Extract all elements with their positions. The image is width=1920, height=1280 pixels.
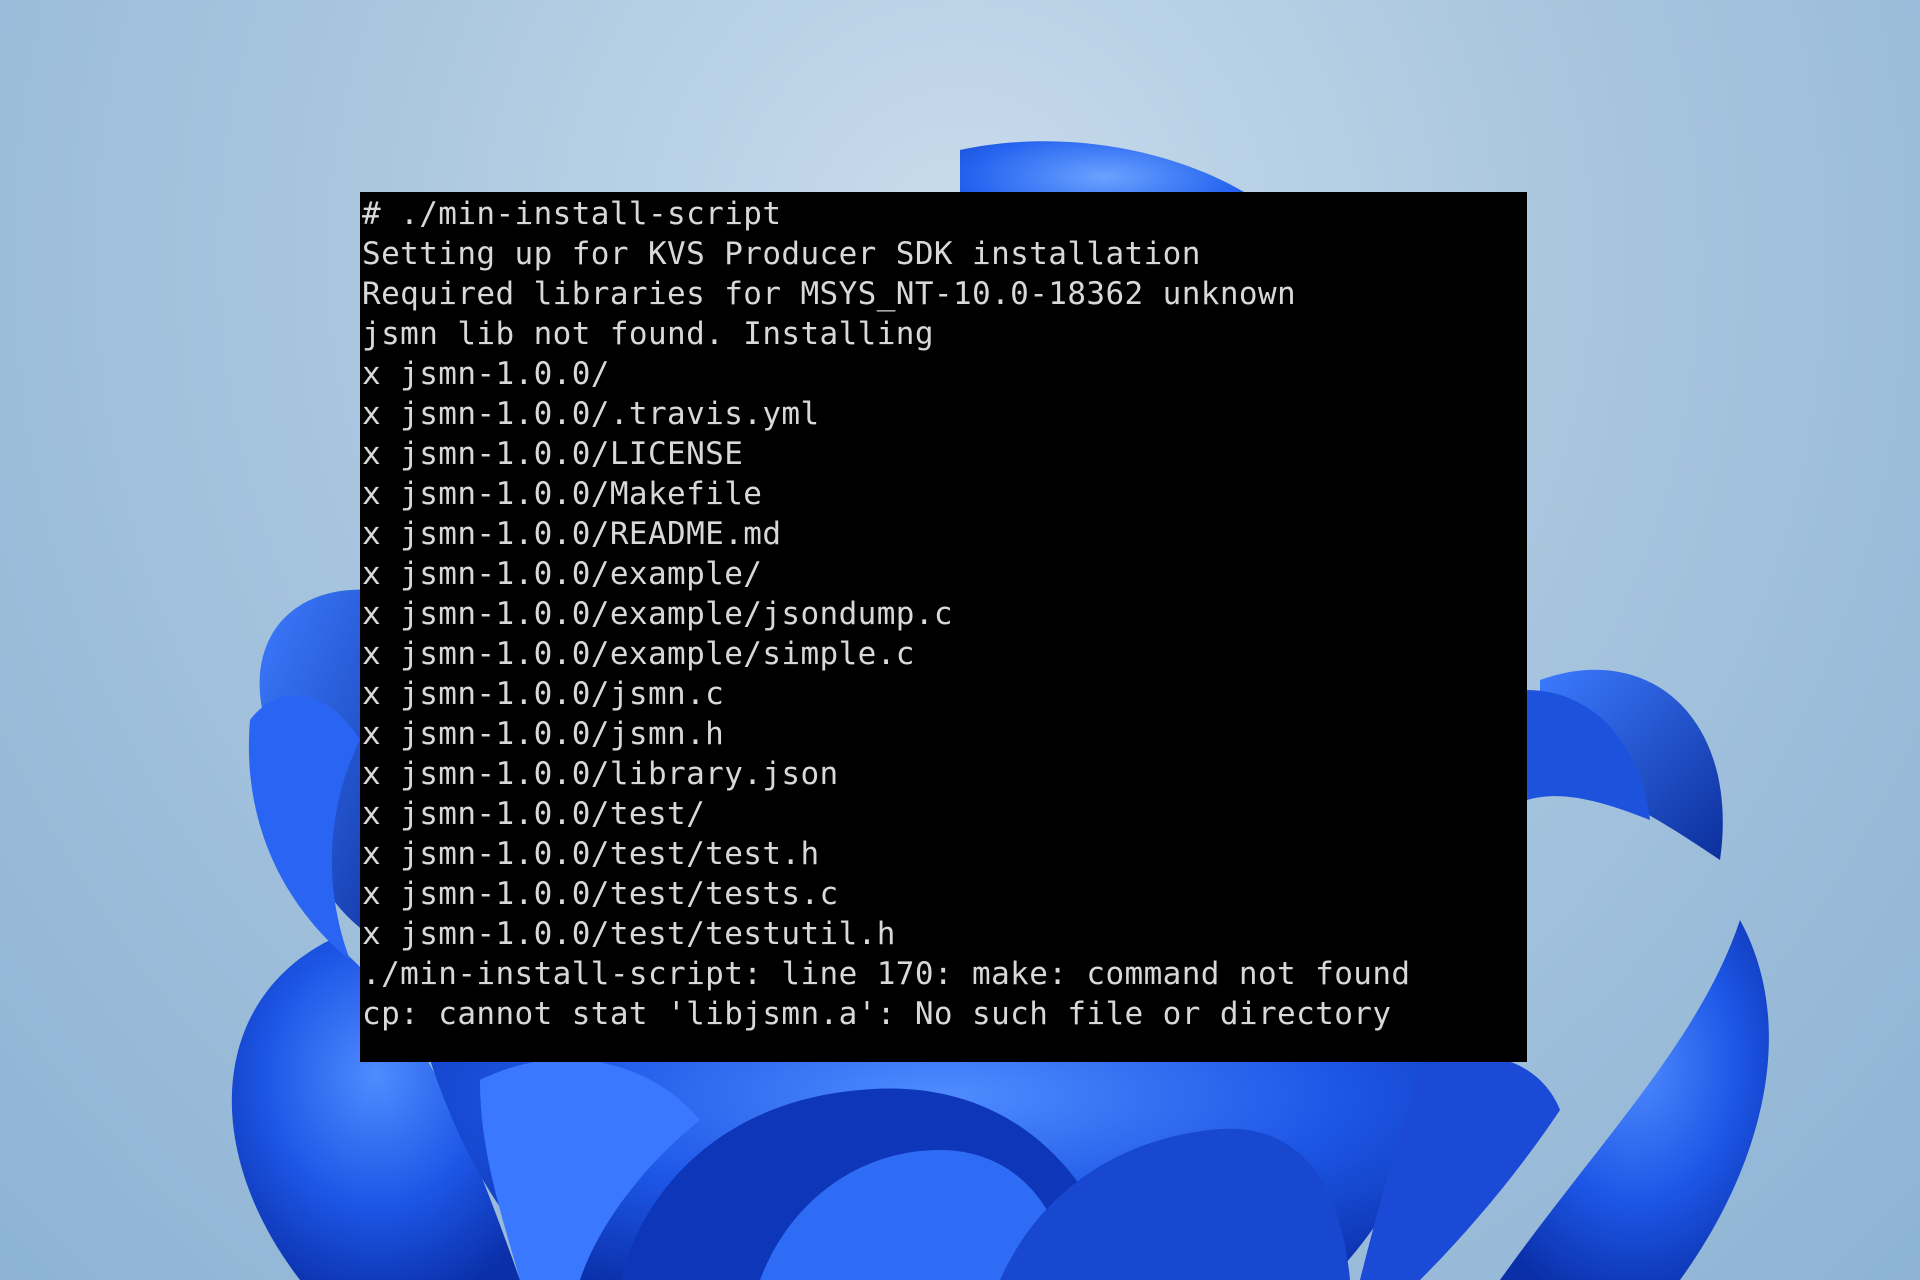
terminal-line: x jsmn-1.0.0/example/simple.c bbox=[362, 636, 915, 672]
terminal-line: Setting up for KVS Producer SDK installa… bbox=[362, 236, 1201, 272]
terminal-line: x jsmn-1.0.0/README.md bbox=[362, 516, 782, 552]
terminal-line: x jsmn-1.0.0/example/ bbox=[362, 556, 763, 592]
terminal-line: x jsmn-1.0.0/test/testutil.h bbox=[362, 916, 896, 952]
terminal-line: x jsmn-1.0.0/jsmn.c bbox=[362, 676, 725, 712]
terminal-error-line: ./min-install-script: line 170: make: co… bbox=[362, 956, 1411, 992]
terminal-line: x jsmn-1.0.0/Makefile bbox=[362, 476, 763, 512]
terminal-line: x jsmn-1.0.0/test/tests.c bbox=[362, 876, 839, 912]
terminal-error-line: cp: cannot stat 'libjsmn.a': No such fil… bbox=[362, 996, 1392, 1032]
terminal-line: x jsmn-1.0.0/.travis.yml bbox=[362, 396, 820, 432]
terminal-line: x jsmn-1.0.0/library.json bbox=[362, 756, 839, 792]
terminal-line: # ./min-install-script bbox=[362, 196, 782, 232]
terminal-line: x jsmn-1.0.0/test/ bbox=[362, 796, 706, 832]
terminal-line: x jsmn-1.0.0/ bbox=[362, 356, 610, 392]
terminal-line: jsmn lib not found. Installing bbox=[362, 316, 934, 352]
terminal-line: x jsmn-1.0.0/LICENSE bbox=[362, 436, 744, 472]
terminal-line: x jsmn-1.0.0/jsmn.h bbox=[362, 716, 725, 752]
terminal-window[interactable]: # ./min-install-script Setting up for KV… bbox=[360, 192, 1527, 1062]
terminal-line: x jsmn-1.0.0/test/test.h bbox=[362, 836, 820, 872]
terminal-line: x jsmn-1.0.0/example/jsondump.c bbox=[362, 596, 953, 632]
terminal-line: Required libraries for MSYS_NT-10.0-1836… bbox=[362, 276, 1297, 312]
